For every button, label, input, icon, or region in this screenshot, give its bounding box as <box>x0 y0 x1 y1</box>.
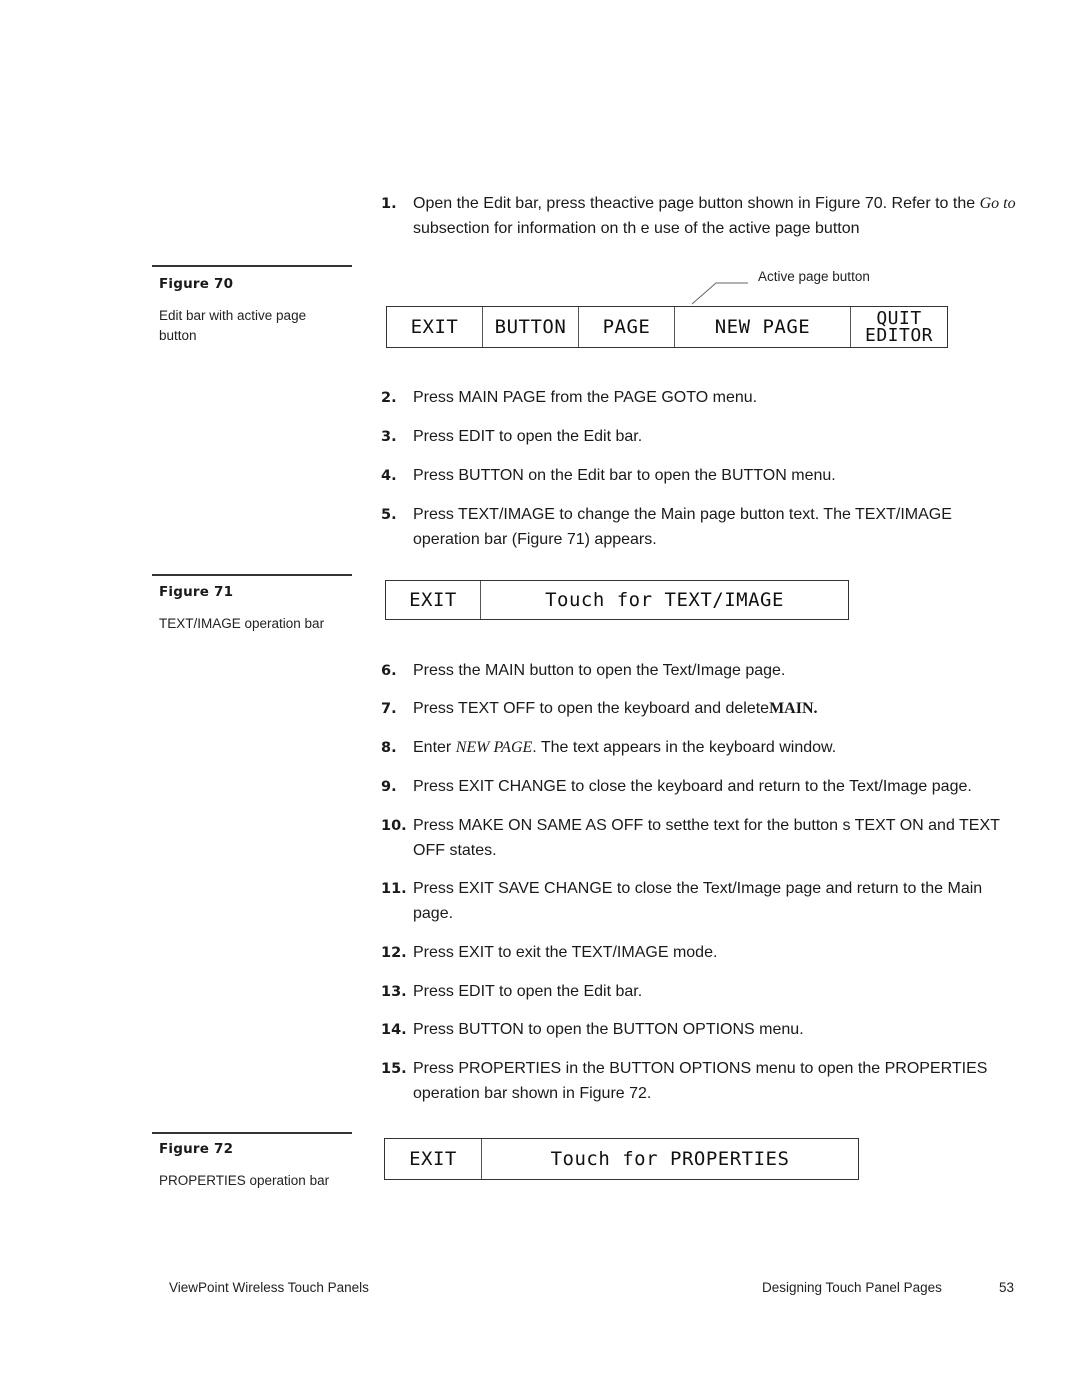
step-7: 7. Press TEXT OFF to open the keyboard a… <box>381 697 1021 722</box>
step-text: Press BUTTON on the Edit bar to open the… <box>413 467 836 484</box>
edit-bar: EXIT BUTTON PAGE NEW PAGE QUIT EDITOR <box>386 306 948 348</box>
step-12: 12. Press EXIT to exit the TEXT/IMAGE mo… <box>381 941 1021 966</box>
step-text: Press the MAIN button to open the Text/I… <box>413 662 786 679</box>
exit-button[interactable]: EXIT <box>387 307 483 347</box>
step-number: 4. <box>381 468 397 484</box>
figure-72-rule <box>152 1132 352 1134</box>
step-1: 1. Open the Edit bar, press theactive pa… <box>381 192 1021 241</box>
step-text-part: Open the Edit bar, press theactive page … <box>413 195 980 212</box>
text-image-operation-bar: EXIT Touch for TEXT/IMAGE <box>385 580 849 620</box>
footer-book-title: ViewPoint Wireless Touch Panels <box>169 1280 369 1295</box>
step-text: Press EXIT SAVE CHANGE to close the Text… <box>413 880 983 922</box>
step-13: 13. Press EDIT to open the Edit bar. <box>381 980 1021 1005</box>
step-text: Press PROPERTIES in the BUTTON OPTIONS m… <box>413 1060 988 1102</box>
step-number: 14. <box>381 1022 407 1038</box>
figure-72-caption: PROPERTIES operation bar <box>159 1173 330 1188</box>
step-text: Press EXIT to exit the TEXT/IMAGE mode. <box>413 944 718 961</box>
quit-editor-line2: EDITOR <box>864 325 934 346</box>
main-keyword: MAIN. <box>769 700 818 717</box>
figure-70-rule <box>152 265 352 267</box>
step-number: 7. <box>381 701 397 717</box>
step-number: 12. <box>381 945 407 961</box>
step-14: 14. Press BUTTON to open the BUTTON OPTI… <box>381 1018 1021 1043</box>
step-4: 4. Press BUTTON on the Edit bar to open … <box>381 464 1021 489</box>
touch-for-text-image-button[interactable]: Touch for TEXT/IMAGE <box>481 581 848 619</box>
step-11: 11. Press EXIT SAVE CHANGE to close the … <box>381 877 1021 926</box>
step-number: 3. <box>381 429 397 445</box>
button-button[interactable]: BUTTON <box>483 307 579 347</box>
exit-button[interactable]: EXIT <box>385 1139 482 1179</box>
step-text-part: . The text appears in the keyboard windo… <box>532 739 837 756</box>
step-text: Press EDIT to open the Edit bar. <box>413 428 643 445</box>
step-text: Open the Edit bar, press theactive page … <box>413 192 1021 241</box>
step-number: 9. <box>381 779 397 795</box>
step-5: 5. Press TEXT/IMAGE to change the Main p… <box>381 503 1021 552</box>
step-text-part: Enter <box>413 739 456 756</box>
step-number: 13. <box>381 984 407 1000</box>
step-text-part: Press TEXT OFF to open the keyboard and … <box>413 700 770 717</box>
figure-72-label: Figure 72 <box>159 1141 234 1157</box>
step-text: Press EDIT to open the Edit bar. <box>413 983 643 1000</box>
active-page-button[interactable]: NEW PAGE <box>675 307 851 347</box>
figure-71-rule <box>152 574 352 576</box>
step-number: 6. <box>381 663 397 679</box>
properties-operation-bar: EXIT Touch for PROPERTIES <box>384 1138 859 1180</box>
step-text: Press TEXT/IMAGE to change the Main page… <box>413 506 952 548</box>
step-6: 6. Press the MAIN button to open the Tex… <box>381 659 1021 684</box>
page-number: 53 <box>999 1280 1015 1295</box>
figure-70-label: Figure 70 <box>159 276 234 292</box>
step-text: Press BUTTON to open the BUTTON OPTIONS … <box>413 1021 804 1038</box>
callout-leader-line <box>691 282 748 305</box>
new-page-keyword: NEW PAGE <box>455 739 533 756</box>
step-8: 8. Enter NEW PAGE. The text appears in t… <box>381 736 1021 761</box>
step-text-part: subsection for information on th e use o… <box>413 219 860 237</box>
footer-section-title: Designing Touch Panel Pages <box>762 1280 942 1295</box>
figure-71-caption: TEXT/IMAGE operation bar <box>159 616 325 631</box>
step-10: 10. Press MAKE ON SAME AS OFF to setthe … <box>381 814 1021 863</box>
step-text: Press MAKE ON SAME AS OFF to setthe text… <box>413 817 1000 859</box>
quit-editor-button[interactable]: QUIT EDITOR <box>851 307 947 347</box>
go-to-reference: Go to <box>979 195 1016 212</box>
touch-for-properties-button[interactable]: Touch for PROPERTIES <box>482 1139 858 1179</box>
step-15: 15. Press PROPERTIES in the BUTTON OPTIO… <box>381 1057 1021 1106</box>
step-number: 8. <box>381 740 397 756</box>
figure-71-label: Figure 71 <box>159 584 234 600</box>
figure-70-caption: Edit bar with active page button <box>159 308 307 343</box>
step-number: 11. <box>381 881 407 897</box>
step-number: 2. <box>381 390 397 406</box>
step-text: Press TEXT OFF to open the keyboard and … <box>413 697 1021 722</box>
exit-button[interactable]: EXIT <box>386 581 481 619</box>
step-9: 9. Press EXIT CHANGE to close the keyboa… <box>381 775 1021 800</box>
page-button[interactable]: PAGE <box>579 307 675 347</box>
step-2: 2. Press MAIN PAGE from the PAGE GOTO me… <box>381 386 1021 411</box>
active-page-callout: Active page button <box>758 269 870 284</box>
step-number: 5. <box>381 507 397 523</box>
step-text: Press EXIT CHANGE to close the keyboard … <box>413 778 972 795</box>
step-number: 1. <box>381 196 397 212</box>
step-number: 15. <box>381 1061 407 1077</box>
step-text: Enter NEW PAGE. The text appears in the … <box>413 736 1021 761</box>
step-number: 10. <box>381 818 407 834</box>
step-text: Press MAIN PAGE from the PAGE GOTO menu. <box>413 389 758 406</box>
step-3: 3. Press EDIT to open the Edit bar. <box>381 425 1021 450</box>
